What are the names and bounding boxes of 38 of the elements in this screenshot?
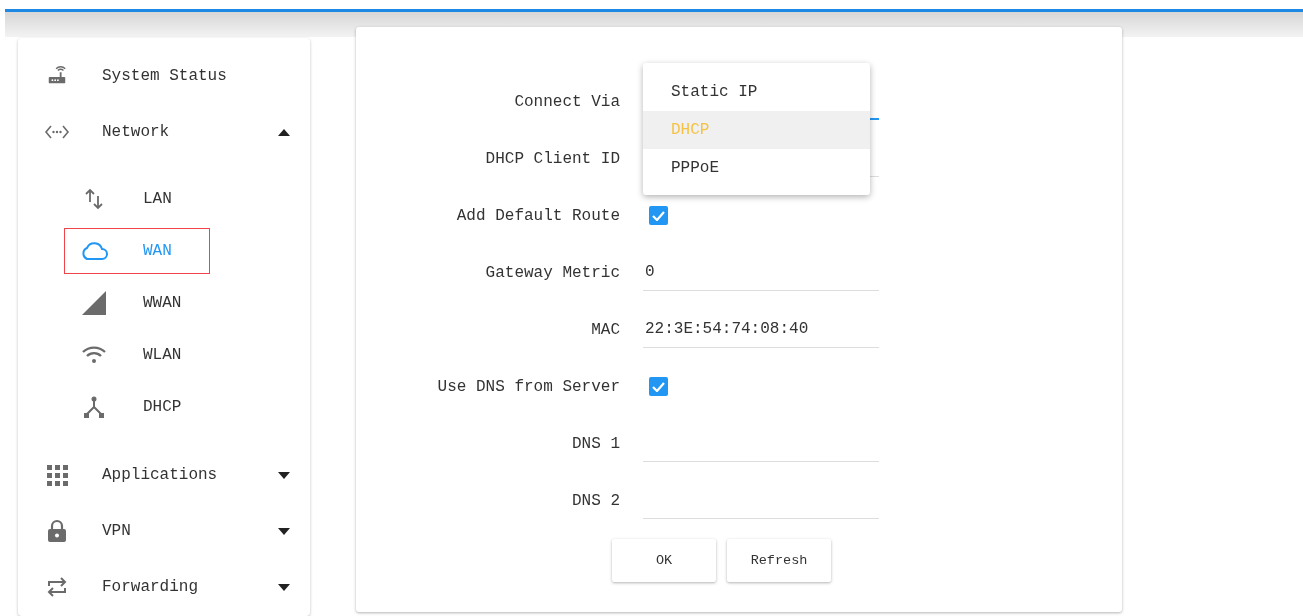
arrows-icon: [84, 188, 104, 210]
wifi-icon: [81, 345, 107, 365]
caret-down-icon[interactable]: [278, 527, 290, 535]
field-label: Gateway Metric: [485, 263, 620, 282]
lock-icon: [47, 519, 67, 543]
field-label: Use DNS from Server: [437, 377, 620, 396]
field-label: Add Default Route: [456, 206, 620, 225]
sidebar-item[interactable]: Applications: [18, 447, 310, 503]
sidebar-subitem[interactable]: LAN: [64, 176, 210, 222]
field-label: MAC: [591, 320, 620, 339]
grid-icon: [46, 464, 68, 486]
refresh-button[interactable]: Refresh: [727, 539, 831, 582]
sidebar-item[interactable]: VPN: [18, 503, 310, 559]
repeat-icon: [46, 576, 68, 598]
menu-option[interactable]: PPPoE: [643, 149, 870, 187]
field-label: DNS 1: [572, 434, 620, 453]
menu-option[interactable]: Static IP: [643, 73, 870, 111]
code-icon: [44, 124, 70, 140]
sidebar-item[interactable]: Forwarding: [18, 559, 310, 615]
checkbox[interactable]: [649, 206, 668, 225]
field-label: Connect Via: [514, 92, 620, 111]
sidebar-item[interactable]: System Status: [18, 48, 310, 104]
sidebar-item[interactable]: Network: [18, 104, 310, 160]
caret-up-icon[interactable]: [278, 128, 290, 136]
field-label: DHCP Client ID: [485, 149, 620, 168]
text-field[interactable]: 0: [643, 254, 879, 291]
cloud-icon: [79, 241, 109, 261]
fork-icon: [83, 396, 105, 418]
ok-button[interactable]: OK: [612, 539, 716, 582]
text-field[interactable]: 22:3E:54:74:08:40: [643, 311, 879, 348]
field-label: DNS 2: [572, 491, 620, 510]
sidebar-subitem[interactable]: DHCP: [64, 384, 210, 430]
caret-down-icon[interactable]: [278, 583, 290, 591]
signal-icon: [82, 291, 106, 315]
caret-down-icon[interactable]: [278, 471, 290, 479]
sidebar-subitem[interactable]: WLAN: [64, 332, 210, 378]
checkbox[interactable]: [649, 377, 668, 396]
sidebar-subitem[interactable]: WWAN: [64, 280, 210, 326]
